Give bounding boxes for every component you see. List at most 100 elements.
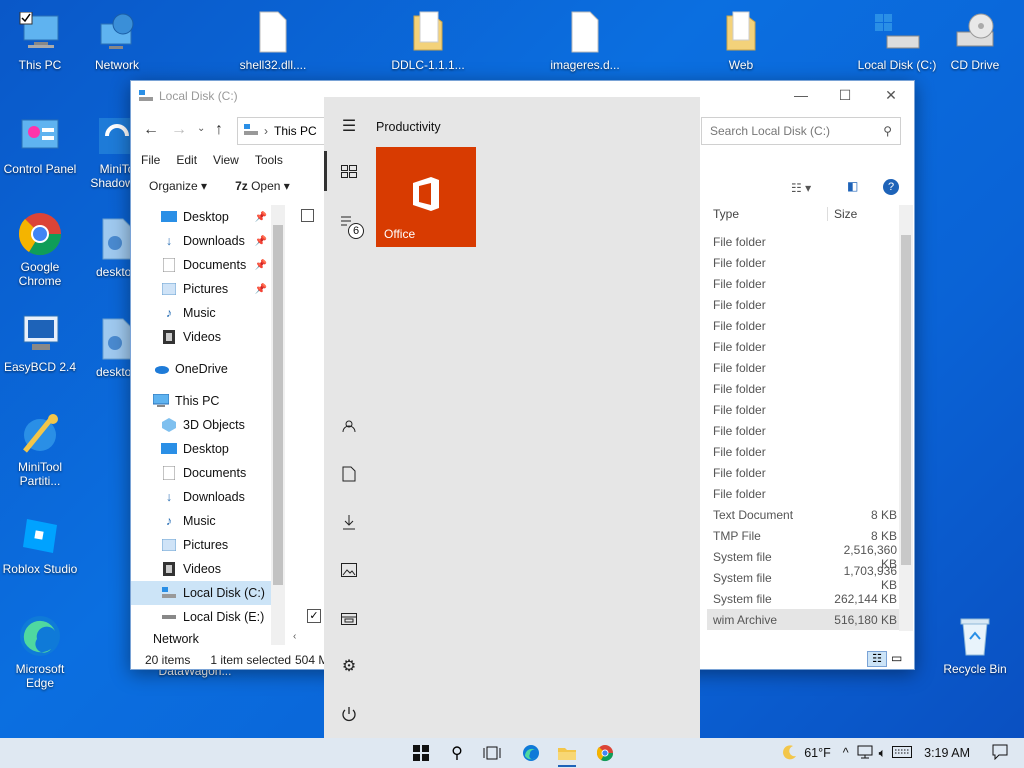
task-view-icon[interactable] [481,742,503,764]
settings-gear-icon[interactable]: ⚙ [338,655,360,677]
file-explorer-taskbar-icon[interactable] [556,742,578,764]
nav-item-desktop[interactable]: Desktop 📌 [131,205,271,229]
office-tile[interactable]: Office [376,147,476,247]
desktop-icon-web[interactable]: Web [701,8,781,72]
file-row[interactable]: File folder [707,273,902,294]
desktop-icon-this-pc[interactable]: This PC [0,8,80,72]
edge-taskbar-icon[interactable] [520,742,542,764]
power-icon[interactable] [338,703,360,725]
weather-moon-icon[interactable] [782,744,798,763]
nav-item-pc-music[interactable]: ♪ Music [131,509,271,533]
file-row[interactable]: File folder [707,336,902,357]
weather-temperature[interactable]: 61°F [804,746,831,760]
keyboard-icon[interactable] [892,745,913,761]
file-row-selected[interactable]: wim Archive 516,180 KB [707,609,902,630]
file-row[interactable]: System file 1,703,936 KB [707,564,902,592]
desktop-icon-control-panel[interactable]: Control Panel [0,112,80,176]
row-checkbox[interactable]: ✓ [307,609,321,623]
column-type[interactable]: Type [707,207,827,221]
chevron-down-icon[interactable]: ⌄ [197,123,205,134]
minimize-button[interactable]: — [791,87,811,103]
desktop-icon-recycle-bin[interactable]: Recycle Bin [935,612,1015,676]
file-row[interactable]: Text Document 8 KB [707,504,902,525]
help-icon[interactable]: ? [883,179,899,195]
forward-arrow-icon[interactable]: → [171,121,187,139]
up-arrow-icon[interactable]: ↑ [215,121,223,139]
file-row[interactable]: File folder [707,231,902,252]
desktop-icon-cd-drive[interactable]: CD Drive [935,8,1015,72]
nav-item-documents[interactable]: Documents 📌 [131,253,271,277]
menu-edit[interactable]: Edit [176,153,197,167]
file-row[interactable]: File folder [707,357,902,378]
pictures-icon[interactable] [338,559,360,581]
file-row[interactable]: File folder [707,420,902,441]
desktop-icon-local-disk-c[interactable]: Local Disk (C:) [857,8,937,72]
nav-scrollbar[interactable] [271,205,285,645]
desktop-icon-easybcd[interactable]: EasyBCD 2.4 [0,310,80,374]
menu-file[interactable]: File [141,153,160,167]
clock[interactable]: 3:19 AM [924,746,970,760]
documents-icon[interactable] [338,463,360,485]
file-explorer-icon[interactable] [338,607,360,629]
file-row[interactable]: System file 262,144 KB [707,588,902,609]
nav-item-downloads[interactable]: ↓ Downloads 📌 [131,229,271,253]
desktop-icon-roblox-studio[interactable]: Roblox Studio [0,512,80,576]
nav-item-videos[interactable]: Videos [131,325,271,349]
nav-item-pictures[interactable]: Pictures 📌 [131,277,271,301]
search-input[interactable]: Search Local Disk (C:) ⚲ [701,117,901,145]
file-row[interactable]: File folder [707,483,902,504]
tile-group-title[interactable]: Productivity [376,120,441,134]
desktop-icon-ddlc[interactable]: DDLC-1.1.1... [388,8,468,72]
nav-item-local-disk-c[interactable]: Local Disk (C:) [131,581,271,605]
desktop-icon-minitool-partition[interactable]: MiniTool Partiti... [0,410,80,488]
preview-pane-icon[interactable]: ◧ [847,179,858,193]
maximize-button[interactable]: ☐ [835,87,855,104]
nav-item-pc-videos[interactable]: Videos [131,557,271,581]
select-all-checkbox[interactable] [301,209,314,222]
desktop-icon-google-chrome[interactable]: Google Chrome [0,210,80,288]
scroll-left-icon[interactable]: ‹ [293,631,296,642]
nav-item-local-disk-e[interactable]: Local Disk (E:) [131,605,271,629]
file-row[interactable]: File folder [707,252,902,273]
column-size[interactable]: Size [827,207,897,221]
file-row[interactable]: File folder [707,294,902,315]
nav-item-3d-objects[interactable]: 3D Objects [131,413,271,437]
desktop-icon-shell32[interactable]: shell32.dll.... [233,8,313,72]
nav-item-this-pc[interactable]: This PC [131,389,271,413]
large-icons-view-icon[interactable]: ▭ [891,651,902,665]
address-bar[interactable]: › This PC [237,117,325,145]
all-apps-tiles-icon[interactable] [338,161,360,183]
view-options-icon[interactable]: ☷ ▾ [791,181,811,195]
desktop-icon-microsoft-edge[interactable]: Microsoft Edge [0,612,80,690]
nav-item-pc-documents[interactable]: Documents [131,461,271,485]
nav-item-pc-desktop[interactable]: Desktop [131,437,271,461]
hamburger-menu-icon[interactable]: ☰ [338,115,360,137]
menu-tools[interactable]: Tools [255,153,283,167]
notification-center-icon[interactable] [992,744,1008,763]
windows-start-icon[interactable] [410,742,432,764]
nav-item-pc-pictures[interactable]: Pictures [131,533,271,557]
details-view-icon[interactable]: ☷ [867,651,887,667]
file-list-scrollbar[interactable] [899,205,913,631]
file-row[interactable]: File folder [707,462,902,483]
downloads-icon[interactable] [338,511,360,533]
desktop-icon-network[interactable]: Network [77,8,157,72]
search-icon[interactable]: ⚲ [446,742,468,764]
nav-item-onedrive[interactable]: OneDrive [131,357,271,381]
file-row[interactable]: File folder [707,378,902,399]
file-row[interactable]: File folder [707,399,902,420]
network-tray-icon[interactable] [857,745,873,762]
open-button[interactable]: 7z Open ▾ [235,179,290,193]
close-button[interactable]: ✕ [881,87,901,104]
nav-item-network[interactable]: Network [131,633,271,645]
desktop-icon-imageres[interactable]: imageres.d... [545,8,625,72]
nav-item-pc-downloads[interactable]: ↓ Downloads [131,485,271,509]
nav-scroll-thumb[interactable] [273,225,283,585]
chevron-up-icon[interactable]: ^ [843,746,849,760]
file-row[interactable]: File folder [707,441,902,462]
menu-view[interactable]: View [213,153,239,167]
user-account-icon[interactable] [338,415,360,437]
file-row[interactable]: File folder [707,315,902,336]
chrome-taskbar-icon[interactable] [594,742,616,764]
file-list-scroll-thumb[interactable] [901,235,911,565]
